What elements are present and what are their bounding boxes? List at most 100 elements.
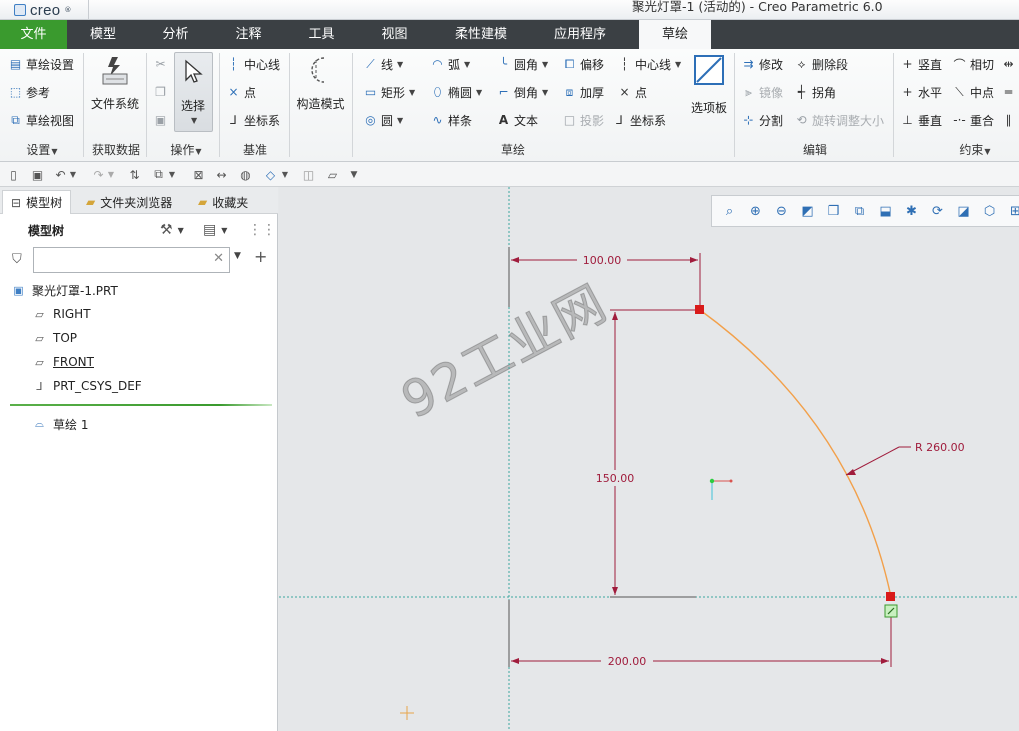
circle-button[interactable]: ◎ 圆 ▼ [363,110,403,130]
regenerate-icon[interactable]: ⇅ [126,166,143,183]
redo-icon[interactable]: ↷ [90,166,107,183]
tree-item-top[interactable]: ▱ TOP [33,328,77,348]
offset-button[interactable]: ⧠ 偏移 [562,54,604,74]
ellipse-button[interactable]: ⬯ 椭圆 ▼ [430,82,482,102]
arc-end-point[interactable] [886,592,895,601]
fillet-button[interactable]: ╰ 圆角 ▼ [496,54,548,74]
rectangle-button[interactable]: ▭ 矩形 ▼ [363,82,415,102]
group-constrain[interactable]: 约束▼ [900,141,1019,158]
chevron-down-icon[interactable]: ▼ [234,251,241,261]
horizontal-constraint-button[interactable]: + 水平 [900,82,942,102]
close-window-icon[interactable]: ⊠ [190,166,207,183]
construction-mode-button[interactable]: 构造模式 [293,53,348,112]
references-button[interactable]: ⬚ 参考 [8,82,50,102]
shapes-dropdown-icon[interactable]: ▼ [280,166,290,183]
line-button[interactable]: ⟋ 线 ▼ [363,54,403,74]
open-folder-icon[interactable]: ▱ [324,166,341,183]
tree-item-sketch[interactable]: ⌓ 草绘 1 [33,414,88,434]
vertical-constraint-button[interactable]: + 竖直 [900,54,942,74]
sketcher-display-icon[interactable]: ◍ [237,166,254,183]
rotate-resize-button[interactable]: ⟲ 旋转调整大小 [794,110,884,130]
arc-button[interactable]: ◠ 弧 ▼ [430,54,470,74]
dimension-200[interactable]: 200.00 [511,653,889,669]
delete-segment-button[interactable]: ⟡ 删除段 [794,54,848,74]
appearance-icon[interactable]: ◫ [300,166,317,183]
group-operations[interactable]: 操作▼ [156,141,216,158]
corner-button[interactable]: ┽ 拐角 [794,82,836,102]
chamfer-button[interactable]: ⌐ 倒角 ▼ [496,82,548,102]
parallel-constraint-button[interactable]: ∥ [1001,110,1016,130]
spline-button[interactable]: ∿ 样条 [430,110,472,130]
undo-icon[interactable]: ↶ [52,166,69,183]
tree-item-part[interactable]: ▣ 聚光灯罩-1.PRT [12,280,118,300]
redo-dropdown-icon[interactable]: ▼ [106,166,116,183]
sketch-view-button[interactable]: ⧉ 草绘视图 [8,110,74,130]
file-system-button[interactable]: 文件系统 [88,53,142,112]
project-button[interactable]: □ 投影 [562,110,604,130]
copy-button[interactable]: ❐ [153,82,168,102]
tab-annotate[interactable]: 注释 [212,20,285,49]
tree-item-right[interactable]: ▱ RIGHT [33,304,90,324]
datum-csys-button[interactable]: ⅃ 坐标系 [226,110,280,130]
clear-icon[interactable]: ✕ [213,251,224,266]
mirror-button[interactable]: ⫸ 镜像 [741,82,783,102]
tab-folder-browser[interactable]: ▰ 文件夹浏览器 [78,190,180,214]
sketch-csys-button[interactable]: ⅃ 坐标系 [612,110,666,130]
dimension-150[interactable]: 150.00 [592,312,638,595]
dimension-100[interactable]: 100.00 [511,252,698,268]
select-button[interactable]: 选择 ▼ [174,52,213,132]
insert-here-indicator[interactable] [10,404,272,406]
tree-columns-button[interactable]: ⋮⋮ [248,220,276,240]
dimension-icon[interactable]: ↔ [213,166,230,183]
new-file-icon[interactable]: ▯ [5,166,22,183]
datum-point-button[interactable]: × 点 [226,82,256,102]
ribbon-tab-bar: 文件 模型 分析 注释 工具 视图 柔性建模 应用程序 草绘 [0,20,1019,49]
palette-button[interactable]: 选项板 [688,53,730,116]
tree-show-button[interactable]: ▤ ▼ [203,220,227,240]
arc-start-point[interactable] [695,305,704,314]
symmetric-constraint-button[interactable]: ⇹ [1001,54,1016,74]
windows-icon[interactable]: ⧉ [150,166,167,183]
tree-settings-button[interactable]: ⚒ ▼ [160,220,184,240]
tab-flexible-modeling[interactable]: 柔性建模 [431,20,531,49]
tab-sketch[interactable]: 草绘 [639,20,711,49]
search-input[interactable]: ✕ [33,247,230,273]
customize-toolbar-icon[interactable]: ▼ [348,166,360,183]
paste-button[interactable]: ▣ [153,110,168,130]
thicken-button[interactable]: ⧈ 加厚 [562,82,604,102]
tab-applications[interactable]: 应用程序 [531,20,629,49]
shapes-icon[interactable]: ◇ [262,166,279,183]
perpendicular-constraint-button[interactable]: ⊥ 垂直 [900,110,942,130]
group-setup[interactable]: 设置▼ [8,141,76,158]
tab-model-tree[interactable]: ⊟ 模型树 [2,190,72,214]
graphics-area[interactable]: ⌕ ⊕ ⊖ ◩ ❒ ⧉ ⬓ ✱ ⟳ ◪ ⬡ ⊞ 92工业网 100.00 150… [279,187,1019,731]
equal-constraint-button[interactable]: ═ [1001,82,1016,102]
dimension-radius[interactable]: R 260.00 [845,441,965,476]
sketch-arc[interactable] [699,309,892,598]
save-icon[interactable]: ▣ [29,166,46,183]
tree-item-front[interactable]: ▱ FRONT [33,352,94,372]
datum-centerline-button[interactable]: ┆ 中心线 [226,54,280,74]
tab-favorites[interactable]: ▰ 收藏夹 [190,190,256,214]
line-icon: ⟋ [366,56,375,71]
sketch-point-button[interactable]: × 点 [617,82,647,102]
coincident-constraint-button[interactable]: -·- 重合 [952,110,994,130]
text-button[interactable]: A 文本 [496,110,538,130]
sketch-setup-button[interactable]: ▤ 草绘设置 [8,54,74,74]
sketch-feature-icon: ⌓ [35,417,44,430]
modify-button[interactable]: ⇉ 修改 [741,54,783,74]
sketch-centerline-button[interactable]: ┆ 中心线 ▼ [617,54,681,74]
undo-dropdown-icon[interactable]: ▼ [68,166,78,183]
tab-tools[interactable]: 工具 [285,20,358,49]
divide-button[interactable]: ⊹ 分割 [741,110,783,130]
windows-dropdown-icon[interactable]: ▼ [167,166,177,183]
tab-file[interactable]: 文件 [0,20,67,49]
tangent-constraint-button[interactable]: ⌒ 相切 [952,54,994,74]
add-filter-icon[interactable]: + [254,247,267,266]
tab-model[interactable]: 模型 [67,20,139,49]
tab-view[interactable]: 视图 [358,20,431,49]
cut-button[interactable]: ✂ [153,54,168,74]
midpoint-constraint-button[interactable]: ⟍ 中点 [952,82,994,102]
tree-item-csys[interactable]: ⅃ PRT_CSYS_DEF [33,376,141,396]
tab-analysis[interactable]: 分析 [139,20,212,49]
